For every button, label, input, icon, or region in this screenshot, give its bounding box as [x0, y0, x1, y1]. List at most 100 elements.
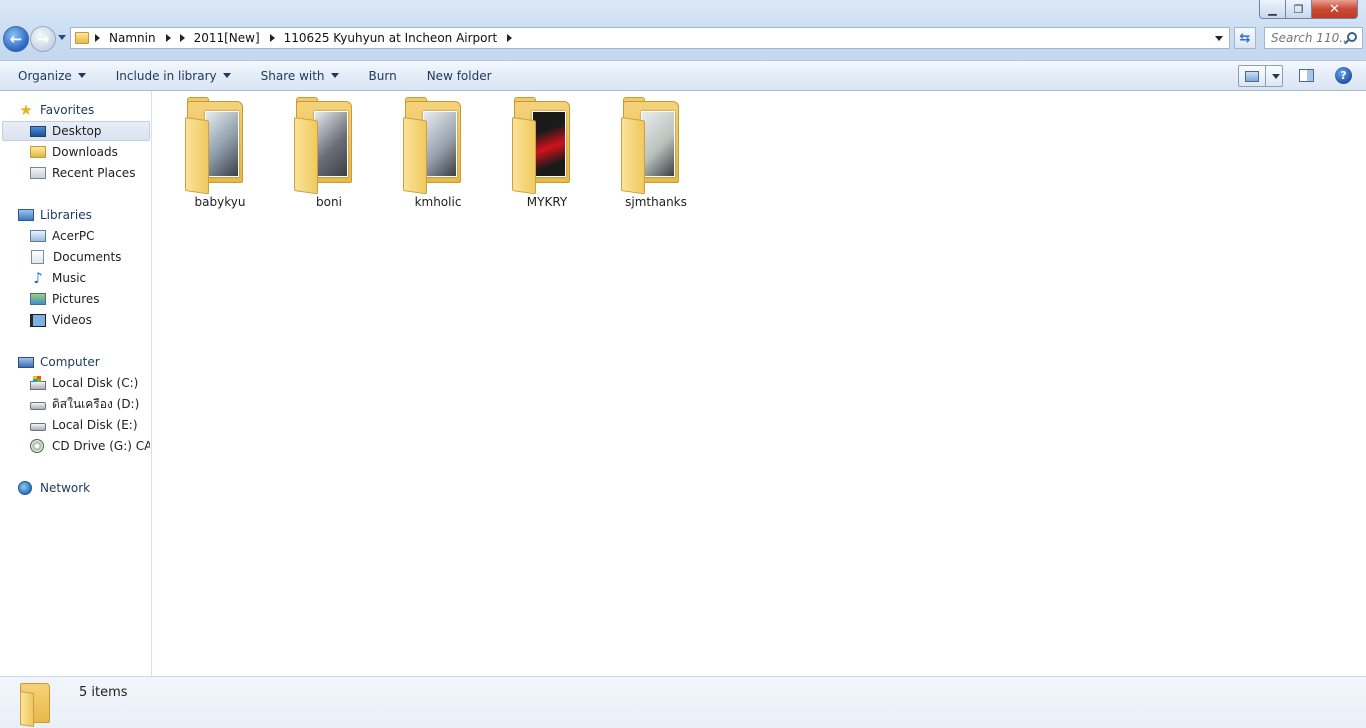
- cd-drive-icon: [30, 439, 44, 453]
- folder-label: babykyu: [194, 195, 246, 209]
- navigation-pane: ★ Favorites Desktop Downloads Recent Pla…: [0, 91, 152, 676]
- nav-item-music[interactable]: ♪ Music: [2, 268, 150, 288]
- folder-label: boni: [316, 195, 342, 209]
- libraries-icon: [18, 209, 34, 221]
- folder-item-mykry[interactable]: MYKRY: [502, 97, 592, 215]
- nav-item-label: CD Drive (G:) CAT ((: [52, 439, 150, 453]
- folder-thumbnail-icon: [294, 97, 364, 195]
- breadcrumb-chevron-icon[interactable]: [165, 34, 171, 42]
- nav-group-label: Favorites: [40, 103, 95, 117]
- refresh-button[interactable]: ⇆: [1234, 27, 1256, 49]
- divider: [1265, 66, 1266, 86]
- new-folder-label: New folder: [426, 68, 492, 83]
- burn-label: Burn: [368, 68, 397, 83]
- system-drive-icon: [30, 375, 46, 390]
- documents-icon: [31, 250, 44, 264]
- help-icon[interactable]: ?: [1335, 67, 1352, 84]
- search-box[interactable]: [1264, 27, 1363, 49]
- title-bar: ▁ ❐ ✕ ← → Namnin 2011[New] 110625 Kyuhyu…: [0, 0, 1366, 60]
- search-icon[interactable]: [1347, 32, 1357, 42]
- breadcrumb-namnin[interactable]: Namnin: [109, 31, 156, 45]
- hard-drive-icon: [30, 402, 46, 410]
- nav-item-videos[interactable]: Videos: [2, 310, 150, 330]
- folder-item-kmholic[interactable]: kmholic: [393, 97, 483, 215]
- breadcrumb-2011-new[interactable]: 2011[New]: [194, 31, 260, 45]
- library-folder-icon: [30, 230, 46, 242]
- folder-label: kmholic: [414, 195, 462, 209]
- share-with-label: Share with: [260, 68, 325, 83]
- minimize-button[interactable]: ▁: [1259, 0, 1286, 19]
- pictures-icon: [30, 293, 46, 305]
- nav-item-drive-d[interactable]: ดิสในเครือง (D:): [2, 394, 150, 414]
- breadcrumb-current-folder[interactable]: 110625 Kyuhyun at Incheon Airport: [284, 31, 498, 45]
- nav-item-label: AcerPC: [52, 229, 95, 243]
- recent-pages-dropdown[interactable]: [58, 35, 66, 40]
- folder-thumbnail-icon: [621, 97, 691, 195]
- recent-places-icon: [30, 167, 46, 179]
- music-note-icon: ♪: [33, 269, 43, 287]
- window-controls: ▁ ❐ ✕: [1259, 0, 1358, 20]
- address-bar[interactable]: Namnin 2011[New] 110625 Kyuhyun at Inche…: [70, 27, 1230, 49]
- nav-item-local-disk-c[interactable]: Local Disk (C:): [2, 373, 150, 393]
- share-with-button[interactable]: Share with: [261, 69, 339, 83]
- folder-item-babykyu[interactable]: babykyu: [175, 97, 265, 215]
- chevron-down-icon: [77, 73, 86, 78]
- nav-item-label: Pictures: [52, 292, 100, 306]
- arrow-left-icon: ←: [9, 30, 23, 48]
- nav-item-acerpc[interactable]: AcerPC: [2, 226, 150, 246]
- nav-group-label: Libraries: [40, 208, 92, 222]
- nav-item-label: ดิสในเครือง (D:): [52, 396, 140, 411]
- close-button[interactable]: ✕: [1312, 0, 1358, 19]
- breadcrumb-chevron-icon[interactable]: [269, 34, 275, 42]
- forward-button[interactable]: →: [30, 26, 56, 52]
- hard-drive-icon: [30, 423, 46, 431]
- address-history-dropdown[interactable]: [1215, 36, 1223, 41]
- refresh-icon: ⇆: [1239, 30, 1251, 46]
- star-icon: ★: [19, 101, 33, 119]
- nav-item-recent-places[interactable]: Recent Places: [2, 163, 150, 183]
- nav-item-label: Documents: [53, 250, 122, 264]
- new-folder-button[interactable]: New folder: [427, 69, 492, 83]
- folder-thumbnail-icon: [185, 97, 255, 195]
- folder-item-boni[interactable]: boni: [284, 97, 374, 215]
- nav-item-documents[interactable]: Documents: [2, 247, 150, 267]
- breadcrumb-chevron-icon[interactable]: [179, 34, 185, 42]
- folder-icon: [75, 32, 89, 44]
- nav-group-libraries[interactable]: Libraries: [18, 205, 92, 225]
- nav-group-favorites[interactable]: ★ Favorites: [18, 100, 94, 120]
- back-button[interactable]: ←: [3, 26, 29, 52]
- nav-group-label: Computer: [40, 355, 100, 369]
- film-strip-icon: [30, 313, 46, 327]
- nav-item-downloads[interactable]: Downloads: [2, 142, 150, 162]
- folder-label: sjmthanks: [625, 195, 687, 209]
- item-count: 5 items: [79, 685, 128, 700]
- nav-item-label: Desktop: [52, 124, 102, 138]
- nav-group-computer[interactable]: Computer: [18, 352, 100, 372]
- breadcrumb-chevron-icon[interactable]: [507, 34, 513, 42]
- preview-pane-icon[interactable]: [1299, 69, 1314, 82]
- chevron-down-icon[interactable]: [1272, 73, 1280, 79]
- nav-item-local-disk-e[interactable]: Local Disk (E:): [2, 415, 150, 435]
- nav-group-network[interactable]: Network: [18, 478, 90, 498]
- folder-thumbnail-icon: [403, 97, 473, 195]
- burn-button[interactable]: Burn: [369, 69, 397, 83]
- file-list[interactable]: babykyu boni kmholic MYKRY sjmthanks: [153, 91, 1366, 676]
- nav-item-cd-drive-g[interactable]: CD Drive (G:) CAT ((: [2, 436, 150, 456]
- nav-item-label: Local Disk (C:): [52, 376, 139, 390]
- nav-group-label: Network: [40, 481, 91, 495]
- computer-icon: [18, 356, 34, 368]
- nav-item-pictures[interactable]: Pictures: [2, 289, 150, 309]
- search-input[interactable]: [1271, 31, 1345, 45]
- breadcrumb-chevron-icon[interactable]: [95, 34, 100, 42]
- chevron-down-icon: [222, 73, 231, 78]
- nav-item-desktop[interactable]: Desktop: [2, 121, 150, 141]
- organize-label: Organize: [18, 68, 72, 83]
- include-in-library-label: Include in library: [115, 68, 217, 83]
- organize-button[interactable]: Organize: [18, 69, 86, 83]
- include-in-library-button[interactable]: Include in library: [116, 69, 231, 83]
- maximize-button[interactable]: ❐: [1286, 0, 1312, 19]
- arrow-right-icon: →: [36, 30, 50, 48]
- change-view-button[interactable]: [1238, 65, 1283, 87]
- folder-item-sjmthanks[interactable]: sjmthanks: [611, 97, 701, 215]
- nav-item-label: Music: [52, 271, 87, 285]
